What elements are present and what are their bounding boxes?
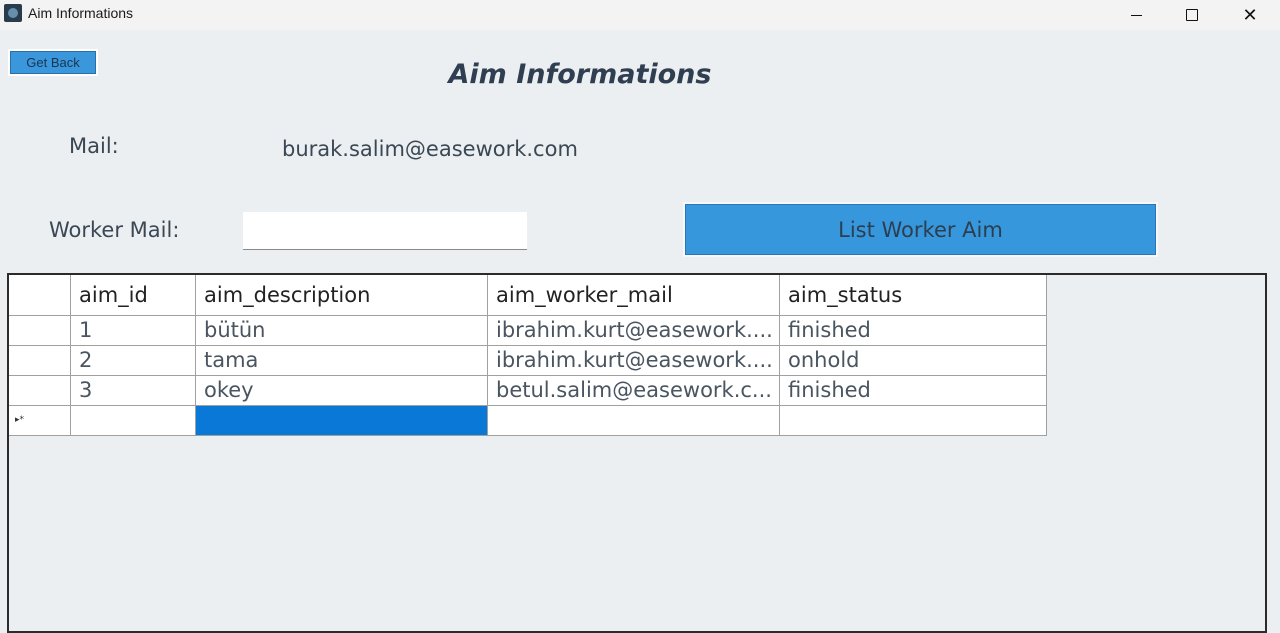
maximize-button[interactable] [1164, 0, 1220, 30]
row-header[interactable] [9, 375, 71, 406]
mail-value: burak.salim@easework.com [282, 137, 578, 161]
list-worker-aim-button[interactable]: List Worker Aim [685, 204, 1156, 255]
column-header-aim-id[interactable]: aim_id [70, 275, 196, 316]
cell-aim-description[interactable]: tama [195, 345, 488, 376]
table-row[interactable]: 3 okey betul.salim@easework.c... finishe… [9, 375, 1047, 406]
page-title: Aim Informations [448, 59, 712, 90]
table-row[interactable]: 1 bütün ibrahim.kurt@easework.... finish… [9, 315, 1047, 346]
cell-aim-worker-mail[interactable]: betul.salim@easework.c... [487, 375, 780, 406]
new-cell-aim-status[interactable] [779, 405, 1047, 436]
aim-table: aim_id aim_description aim_worker_mail a… [9, 275, 1047, 436]
app-icon [4, 4, 22, 22]
new-cell-aim-worker-mail[interactable] [487, 405, 780, 436]
title-bar: Aim Informations ✕ [0, 0, 1280, 30]
row-header[interactable] [9, 345, 71, 376]
worker-mail-input[interactable] [243, 212, 527, 250]
cell-aim-id[interactable]: 2 [70, 345, 196, 376]
column-header-aim-description[interactable]: aim_description [195, 275, 488, 316]
cell-aim-status[interactable]: finished [779, 375, 1047, 406]
close-icon: ✕ [1242, 4, 1258, 26]
window-title: Aim Informations [28, 5, 134, 21]
cell-aim-worker-mail[interactable]: ibrahim.kurt@easework.... [487, 315, 780, 346]
cell-aim-status[interactable]: onhold [779, 345, 1047, 376]
worker-mail-label: Worker Mail: [49, 218, 180, 242]
cell-aim-status[interactable]: finished [779, 315, 1047, 346]
new-cell-aim-description-selected[interactable] [195, 405, 488, 436]
aim-data-grid[interactable]: aim_id aim_description aim_worker_mail a… [7, 273, 1267, 633]
cell-aim-id[interactable]: 1 [70, 315, 196, 346]
minimize-icon [1130, 14, 1142, 16]
row-header-corner[interactable] [9, 275, 71, 316]
column-header-aim-status[interactable]: aim_status [779, 275, 1047, 316]
maximize-icon [1186, 9, 1198, 21]
cell-aim-worker-mail[interactable]: ibrahim.kurt@easework.... [487, 345, 780, 376]
table-row[interactable]: 2 tama ibrahim.kurt@easework.... onhold [9, 345, 1047, 376]
cell-aim-id[interactable]: 3 [70, 375, 196, 406]
new-row-marker[interactable]: ▸* [9, 405, 71, 436]
row-header[interactable] [9, 315, 71, 346]
new-cell-aim-id[interactable] [70, 405, 196, 436]
column-header-aim-worker-mail[interactable]: aim_worker_mail [487, 275, 780, 316]
close-button[interactable]: ✕ [1222, 0, 1278, 30]
get-back-button[interactable]: Get Back [10, 51, 96, 74]
cell-aim-description[interactable]: okey [195, 375, 488, 406]
mail-label: Mail: [69, 134, 119, 158]
table-header-row: aim_id aim_description aim_worker_mail a… [9, 275, 1047, 316]
cell-aim-description[interactable]: bütün [195, 315, 488, 346]
new-row[interactable]: ▸* [9, 405, 1047, 436]
minimize-button[interactable] [1108, 0, 1164, 30]
